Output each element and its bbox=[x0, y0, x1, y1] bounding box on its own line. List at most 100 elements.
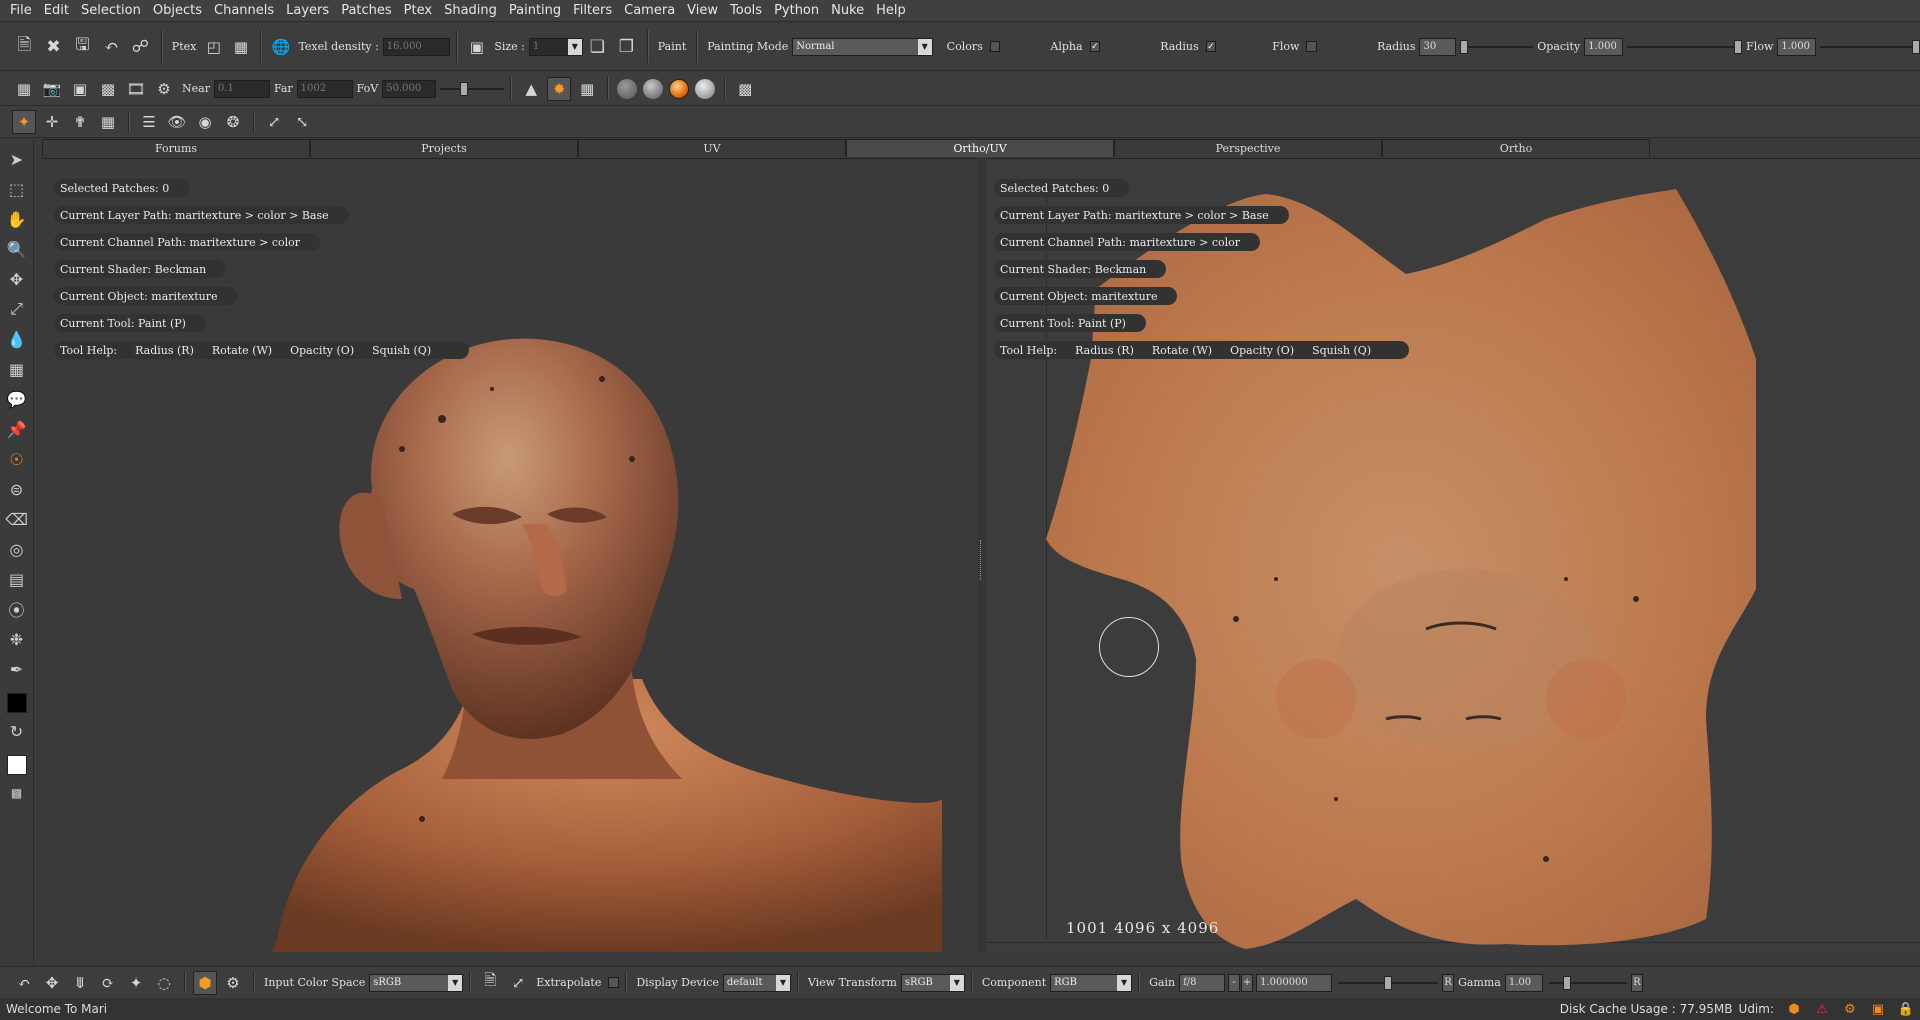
marquee-select-icon[interactable]: ⬚ bbox=[4, 177, 30, 201]
colors-checkbox[interactable] bbox=[989, 41, 1001, 52]
menu-ptex[interactable]: Ptex bbox=[398, 3, 438, 18]
fill-icon[interactable]: ❉ bbox=[4, 627, 30, 651]
select-arrow-icon[interactable]: ➤ bbox=[4, 147, 30, 171]
grid-move-icon[interactable]: ▦ bbox=[96, 110, 120, 134]
blur-drop-icon[interactable]: 💧 bbox=[4, 327, 30, 351]
shaded-mode-icon[interactable]: ✹ bbox=[547, 76, 572, 101]
menu-filters[interactable]: Filters bbox=[567, 3, 618, 18]
zoom-icon[interactable]: 🔍 bbox=[4, 237, 30, 261]
lit-shader-icon[interactable] bbox=[643, 78, 664, 99]
tab-perspective[interactable]: Perspective bbox=[1114, 139, 1382, 157]
opacity-input[interactable]: 1.000 bbox=[1584, 37, 1623, 56]
tab-ortho-uv[interactable]: Ortho/UV bbox=[846, 139, 1114, 157]
transform-icon[interactable]: ⤢ bbox=[4, 297, 30, 321]
tab-projects[interactable]: Projects bbox=[310, 139, 578, 157]
eyedropper-icon[interactable]: ✒ bbox=[4, 657, 30, 681]
flat-shader-icon[interactable] bbox=[617, 78, 638, 99]
radius-input[interactable]: 30 bbox=[1419, 37, 1457, 56]
gain-value-input[interactable]: 1.000000 bbox=[1256, 973, 1333, 992]
camera-icon[interactable]: 📷 bbox=[40, 77, 64, 101]
opacity-slider[interactable] bbox=[1626, 39, 1743, 54]
gain-slider[interactable] bbox=[1338, 975, 1439, 990]
hide-icon[interactable]: ◉ bbox=[193, 110, 217, 134]
texel-globe-icon[interactable]: 🌐 bbox=[269, 35, 292, 59]
size-frame-icon[interactable]: ▣ bbox=[465, 35, 488, 59]
select-arrows-icon[interactable]: ⤢ bbox=[262, 110, 286, 134]
splitter-grip[interactable] bbox=[980, 540, 982, 580]
current-shader-icon[interactable] bbox=[669, 78, 690, 99]
layers-status-icon[interactable]: ▣ bbox=[1868, 1000, 1888, 1018]
gain-reset-button[interactable]: R bbox=[1442, 973, 1455, 992]
visibility-icon[interactable]: 👁 bbox=[165, 110, 189, 134]
painting-mode-select[interactable]: Normal ▼ bbox=[792, 37, 933, 56]
radius-slider[interactable] bbox=[1460, 39, 1534, 54]
film-icon[interactable]: 🎞 bbox=[124, 77, 148, 101]
menu-objects[interactable]: Objects bbox=[147, 3, 208, 18]
close-file-icon[interactable]: ✖ bbox=[41, 34, 66, 60]
ortho-viewport[interactable]: Selected Patches: 0 Current Layer Path: … bbox=[42, 158, 978, 952]
display-device-select[interactable]: default ▼ bbox=[722, 973, 791, 992]
menu-help[interactable]: Help bbox=[870, 3, 912, 18]
fov-slider[interactable] bbox=[440, 81, 505, 96]
radius-checkbox[interactable]: ✓ bbox=[1205, 41, 1217, 52]
menu-python[interactable]: Python bbox=[768, 3, 825, 18]
render-status-icon[interactable]: ⚙ bbox=[1840, 1000, 1860, 1018]
wireframe-icon[interactable]: ▩ bbox=[733, 77, 757, 101]
transform-tool-icon[interactable]: ✦ bbox=[12, 109, 36, 134]
menu-file[interactable]: File bbox=[4, 3, 38, 18]
texel-density-input[interactable]: 16.000 bbox=[382, 37, 451, 56]
default-colors-icon[interactable]: ▩ bbox=[4, 781, 30, 805]
color-settings-icon[interactable]: ⚙ bbox=[221, 971, 245, 995]
extrapolate-icon[interactable]: ⤢ bbox=[506, 971, 530, 995]
rotate-icon[interactable]: ⟳ bbox=[96, 971, 120, 995]
render-icon[interactable]: ⚙ bbox=[152, 77, 176, 101]
object-icon[interactable]: ▩ bbox=[96, 77, 120, 101]
gamma-reset-button[interactable]: R bbox=[1630, 973, 1643, 992]
duplicate-icon[interactable]: ❐ bbox=[614, 34, 639, 60]
menu-tools[interactable]: Tools bbox=[724, 3, 768, 18]
tab-forums[interactable]: Forums bbox=[42, 139, 310, 157]
menu-shading[interactable]: Shading bbox=[438, 3, 503, 18]
undo-history-icon[interactable]: ↶ bbox=[99, 34, 124, 60]
far-input[interactable]: 1002 bbox=[296, 79, 353, 98]
clone-icon[interactable]: ⊜ bbox=[4, 477, 30, 501]
lighting-icon[interactable]: ▲ bbox=[519, 77, 543, 101]
menu-camera[interactable]: Camera bbox=[618, 3, 681, 18]
eraser-icon[interactable]: ⌫ bbox=[4, 507, 30, 531]
projector-icon[interactable]: ⦿ bbox=[4, 597, 30, 621]
background-color-swatch[interactable] bbox=[6, 755, 27, 775]
gradient-icon[interactable]: ▤ bbox=[4, 567, 30, 591]
ptex-grid-icon[interactable]: ▦ bbox=[229, 35, 252, 59]
share-icon[interactable]: ☍ bbox=[128, 34, 153, 60]
warning-icon[interactable]: ⚠ bbox=[1812, 1000, 1832, 1018]
menu-edit[interactable]: Edit bbox=[38, 3, 75, 18]
flow-slider[interactable] bbox=[1820, 39, 1920, 54]
menu-painting[interactable]: Painting bbox=[503, 3, 567, 18]
move-x-icon[interactable]: ✛ bbox=[40, 110, 64, 134]
menu-channels[interactable]: Channels bbox=[208, 3, 280, 18]
input-color-space-select[interactable]: sRGB ▼ bbox=[369, 973, 464, 992]
document-icon[interactable]: 🗎 bbox=[478, 971, 502, 995]
view-transform-select[interactable]: sRGB ▼ bbox=[900, 973, 965, 992]
tab-uv[interactable]: UV bbox=[578, 139, 846, 157]
menu-view[interactable]: View bbox=[681, 3, 724, 18]
hex-status-icon[interactable]: ⬢ bbox=[1784, 1000, 1804, 1018]
gain-stop-input[interactable]: f/8 bbox=[1179, 973, 1226, 992]
move-y-icon[interactable]: ✟ bbox=[68, 110, 92, 134]
move-icon[interactable]: ✥ bbox=[4, 267, 30, 291]
frame-selection-icon[interactable]: ▣ bbox=[68, 77, 92, 101]
lasso-icon[interactable]: 💬 bbox=[4, 387, 30, 411]
fov-input[interactable]: 50.000 bbox=[382, 79, 437, 98]
foreground-color-swatch[interactable] bbox=[6, 693, 27, 713]
size-select[interactable]: 1 ▼ bbox=[528, 37, 583, 56]
undo-icon[interactable]: ↶ bbox=[12, 971, 36, 995]
new-file-icon[interactable]: 🗎 bbox=[12, 34, 37, 60]
uv-viewport[interactable]: Selected Patches: 0 Current Layer Path: … bbox=[986, 158, 1920, 952]
texture-mode-icon[interactable]: ▦ bbox=[575, 77, 599, 101]
pin-icon[interactable]: 📌 bbox=[4, 417, 30, 441]
gain-plus-button[interactable]: + bbox=[1241, 973, 1254, 992]
layer-stack-icon[interactable]: ☰ bbox=[137, 110, 161, 134]
hand-pan-icon[interactable]: ✋ bbox=[4, 207, 30, 231]
ptex-resize-icon[interactable]: ◰ bbox=[202, 35, 225, 59]
isolate-icon[interactable]: ❂ bbox=[221, 110, 245, 134]
